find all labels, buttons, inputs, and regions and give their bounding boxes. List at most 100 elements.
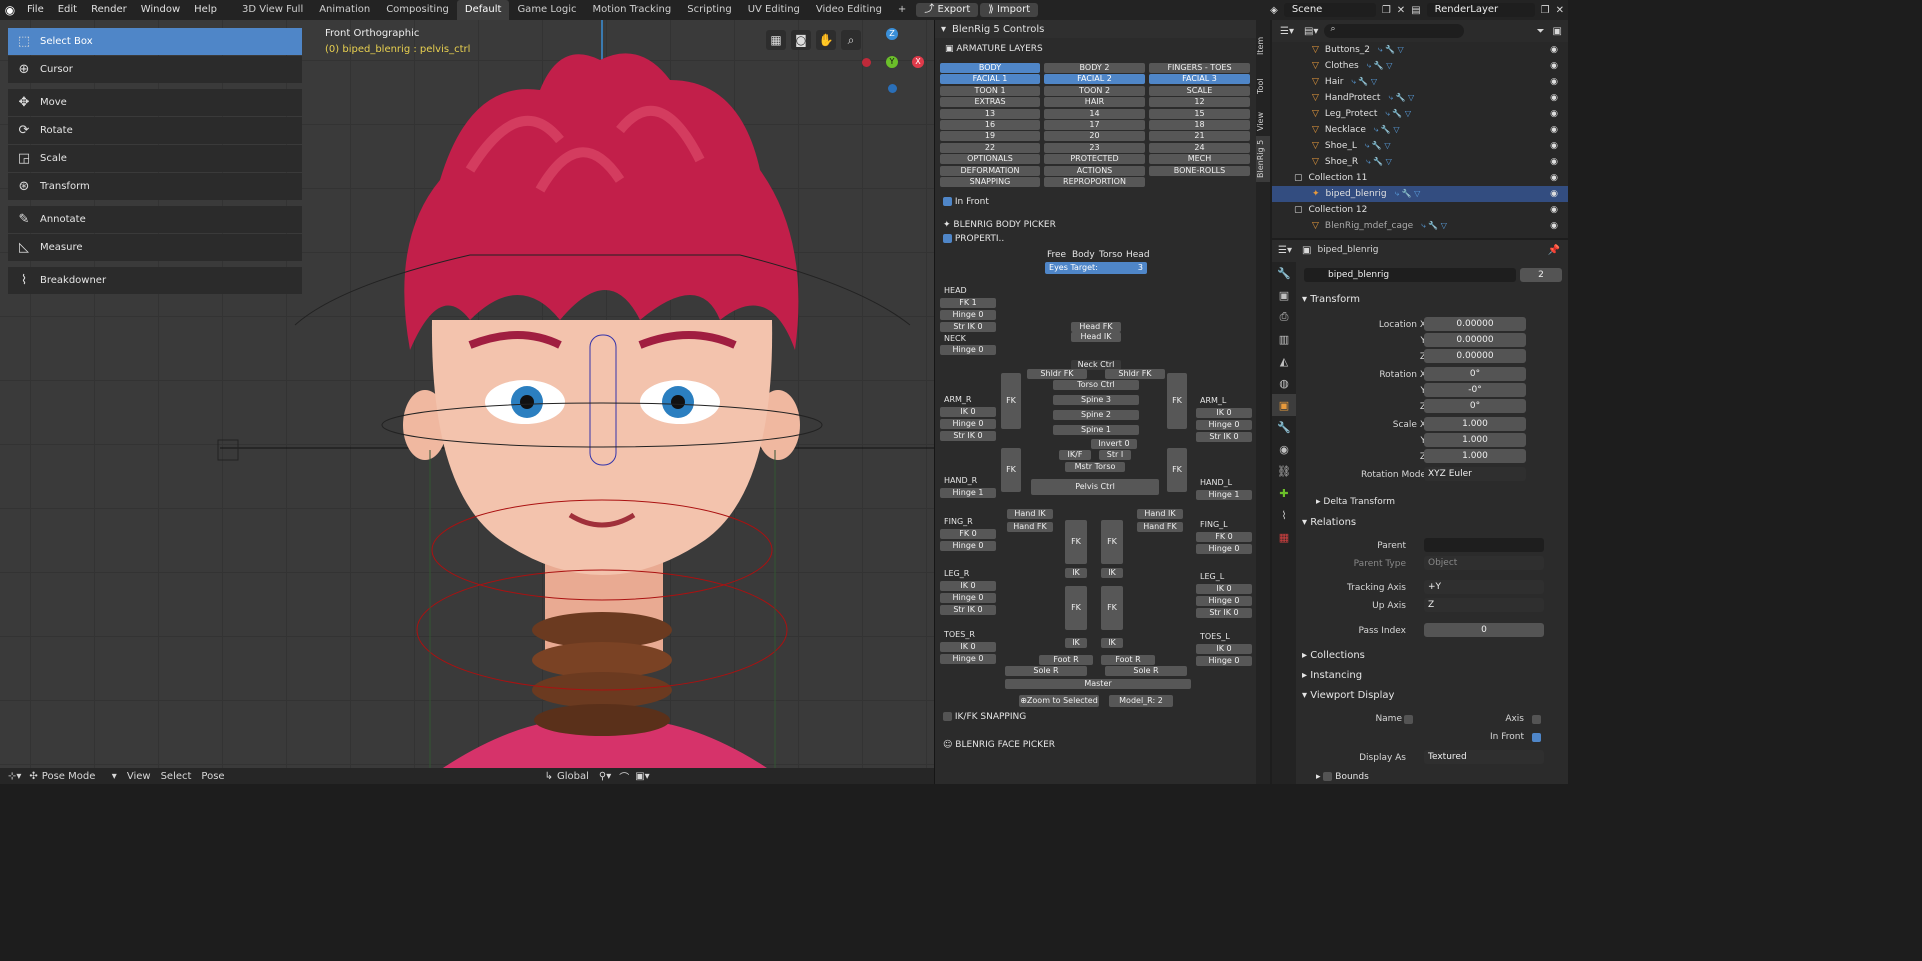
viewport-display-section[interactable]: ▾ Viewport Display <box>1302 690 1394 701</box>
fing-l-hinge-button[interactable]: Hinge 0 <box>1196 544 1252 554</box>
menu-select[interactable]: Select <box>161 771 192 782</box>
layer-button[interactable]: BODY <box>940 63 1040 73</box>
rotation-mode-select[interactable]: XYZ Euler <box>1424 467 1526 481</box>
picker-mode-torso[interactable]: Torso <box>1099 250 1122 260</box>
tool-rotate[interactable]: ⟳ Rotate <box>8 117 302 144</box>
outliner-collection[interactable]: ▢ Collection 11 ◉ <box>1272 170 1568 186</box>
z-axis-icon[interactable]: Z <box>886 28 898 40</box>
outliner-item[interactable]: ▽ Leg_Protect ⤷ 🔧 ▽ ◉ <box>1272 106 1568 122</box>
layer-button[interactable]: 13 <box>940 108 1040 119</box>
layer-button[interactable]: OPTIONALS <box>940 154 1040 165</box>
scene-props-icon[interactable]: ◭ <box>1272 350 1296 372</box>
tab-motion-tracking[interactable]: Motion Tracking <box>585 0 680 20</box>
object-props-icon[interactable]: ▣ <box>1272 394 1296 416</box>
grid-view-icon[interactable]: ▦ <box>766 30 786 50</box>
outliner-item[interactable]: ▽ Shoe_L ⤷ 🔧 ▽ ◉ <box>1272 138 1568 154</box>
physics-icon[interactable]: ◉ <box>1272 438 1296 460</box>
remove-scene-icon[interactable]: ✕ <box>1397 5 1405 16</box>
visibility-eye-icon[interactable]: ◉ <box>1550 125 1558 135</box>
visibility-eye-icon[interactable]: ◉ <box>1550 93 1558 103</box>
in-front-toggle[interactable]: In Front <box>943 197 989 207</box>
properties-toggle[interactable]: PROPERTI.. <box>943 234 1004 244</box>
layer-button[interactable]: 20 <box>1044 131 1145 142</box>
scale-y-field[interactable]: 1.000 <box>1424 433 1526 447</box>
tab-game-logic[interactable]: Game Logic <box>509 0 584 20</box>
blender-logo-icon[interactable]: ◉ <box>0 3 20 17</box>
head-hinge-button[interactable]: Hinge 0 <box>940 310 996 320</box>
outliner-item[interactable]: ▽ BlenRig_mdef_cage ⤷ 🔧 ▽ ◉ <box>1272 218 1568 234</box>
layer-button[interactable]: 17 <box>1044 120 1145 130</box>
render-layer-icon[interactable]: ▤ <box>1411 5 1420 16</box>
layer-button[interactable]: 23 <box>1044 142 1145 153</box>
tool-scale[interactable]: ◲ Scale <box>8 145 302 172</box>
visibility-eye-icon[interactable]: ◉ <box>1550 109 1558 119</box>
rotation-x-field[interactable]: 0° <box>1424 367 1526 381</box>
torso-ctrl-picker[interactable]: Torso Ctrl <box>1053 380 1139 390</box>
checkbox-checked[interactable] <box>943 234 952 243</box>
transform-section[interactable]: ▾ Transform <box>1302 294 1360 305</box>
leg-l-strik-button[interactable]: Str IK 0 <box>1196 608 1252 618</box>
up-axis-select[interactable]: Z <box>1424 598 1544 612</box>
sole-r-picker[interactable]: Sole R <box>1005 666 1087 676</box>
layer-button[interactable]: BONE-ROLLS <box>1149 165 1250 176</box>
instancing-section[interactable]: ▸ Instancing <box>1302 670 1362 681</box>
model-r-field[interactable]: Model_R: 2 <box>1109 695 1173 707</box>
visibility-eye-icon[interactable]: ◉ <box>1550 141 1558 151</box>
outliner-item[interactable]: ▽ Necklace ⤷ 🔧 ▽ ◉ <box>1272 122 1568 138</box>
menu-pose[interactable]: Pose <box>201 771 224 782</box>
tab-3d-view-full[interactable]: 3D View Full <box>234 0 311 20</box>
tool-settings-icon[interactable]: 🔧 <box>1272 262 1296 284</box>
snap-icon[interactable]: ⌒ <box>619 769 629 784</box>
layer-button[interactable]: 16 <box>940 120 1040 130</box>
shldr-fk-r-picker[interactable]: Shldr FK <box>1027 369 1087 379</box>
bounds-toggle[interactable]: ▸ Bounds <box>1316 772 1369 782</box>
layer-button[interactable]: HAIR <box>1044 97 1145 108</box>
shin-l-fk-picker[interactable]: FK <box>1101 586 1123 630</box>
leg-l-hinge-button[interactable]: Hinge 0 <box>1196 596 1252 606</box>
toes-l-ik-button[interactable]: IK 0 <box>1196 644 1252 654</box>
axis-checkbox[interactable] <box>1532 715 1541 724</box>
import-button[interactable]: ⟫ Import <box>980 3 1039 17</box>
head-ik-picker[interactable]: Head IK <box>1071 332 1121 342</box>
tab-compositing[interactable]: Compositing <box>378 0 457 20</box>
rotation-y-field[interactable]: -0° <box>1424 383 1526 397</box>
layer-button[interactable]: 19 <box>940 131 1040 142</box>
neg-z-axis-icon[interactable] <box>888 84 897 93</box>
ikfk-snapping-toggle[interactable]: IK/FK SNAPPING <box>943 712 1026 722</box>
tab-tool[interactable]: Tool <box>1256 70 1270 102</box>
relations-section[interactable]: ▾ Relations <box>1302 517 1356 528</box>
forearm-l-fk-picker[interactable]: FK <box>1167 448 1187 492</box>
hand-ik-l-picker[interactable]: Hand IK <box>1137 509 1183 519</box>
layer-button[interactable]: TOON 1 <box>940 85 1040 96</box>
neck-hinge-button[interactable]: Hinge 0 <box>940 345 996 355</box>
thigh-r-fk-picker[interactable]: FK <box>1065 520 1087 564</box>
menu-edit[interactable]: Edit <box>51 0 84 20</box>
outliner-item[interactable]: ▽ HandProtect ⤷ 🔧 ▽ ◉ <box>1272 90 1568 106</box>
copy-scene-icon[interactable]: ❐ <box>1382 5 1391 16</box>
menu-view[interactable]: View <box>127 771 151 782</box>
tool-measure[interactable]: ◺ Measure <box>8 234 302 261</box>
thigh-l-fk-picker[interactable]: FK <box>1101 520 1123 564</box>
y-axis-icon[interactable]: Y <box>886 56 898 68</box>
layer-button[interactable]: 21 <box>1149 131 1250 142</box>
outliner-item[interactable]: ✦ biped_blenrig ⤷ 🔧 ▽ ◉ <box>1272 186 1568 202</box>
fing-r-fk-button[interactable]: FK 0 <box>940 529 996 539</box>
layer-button[interactable]: 14 <box>1044 108 1145 119</box>
view-layer-icon[interactable]: ▥ <box>1272 328 1296 350</box>
camera-icon[interactable]: ◙ <box>791 30 811 50</box>
arm-r-fk-picker[interactable]: FK <box>1001 373 1021 429</box>
layer-button[interactable]: 22 <box>940 142 1040 153</box>
editor-type-icon[interactable]: ⊹▾ <box>8 771 21 782</box>
checkbox-unchecked[interactable] <box>943 712 952 721</box>
layer-button[interactable]: 18 <box>1149 120 1250 130</box>
layer-button[interactable]: MECH <box>1149 154 1250 165</box>
parent-type-select[interactable]: Object <box>1424 556 1544 570</box>
layer-button[interactable]: 15 <box>1149 108 1250 119</box>
delta-transform-section[interactable]: ▸ Delta Transform <box>1316 497 1395 507</box>
tracking-axis-select[interactable]: +Y <box>1424 580 1544 594</box>
arm-l-hinge-button[interactable]: Hinge 0 <box>1196 420 1252 430</box>
tool-cursor[interactable]: ⊕ Cursor <box>8 56 302 83</box>
fing-r-hinge-button[interactable]: Hinge 0 <box>940 541 996 551</box>
forearm-r-fk-picker[interactable]: FK <box>1001 448 1021 492</box>
leg-r-ik-button[interactable]: IK 0 <box>940 581 996 591</box>
